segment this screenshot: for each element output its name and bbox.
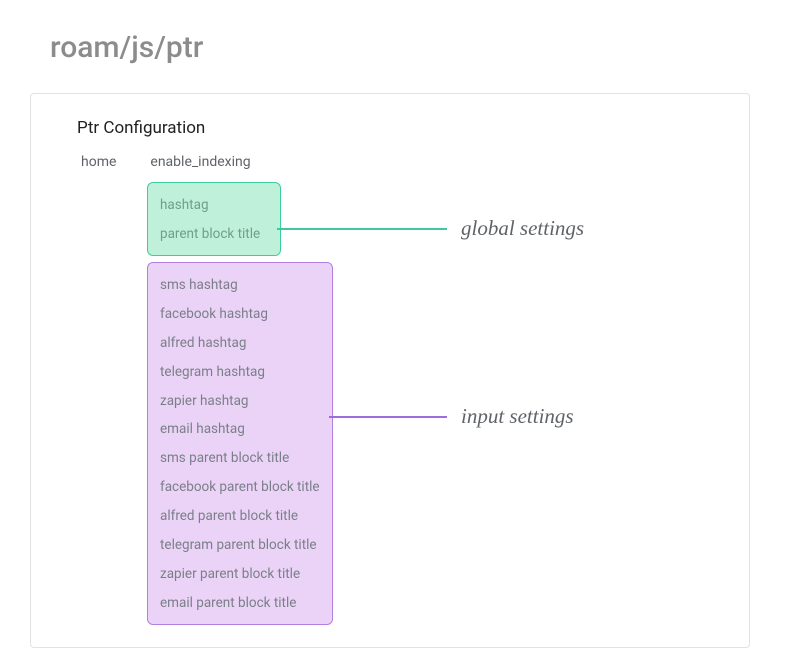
page-title: roam/js/ptr — [0, 0, 800, 65]
list-item[interactable]: zapier hashtag — [160, 387, 320, 416]
list-item[interactable]: hashtag — [160, 191, 268, 220]
list-item[interactable]: alfred parent block title — [160, 502, 320, 531]
list-item[interactable]: zapier parent block title — [160, 560, 320, 589]
list-item[interactable]: telegram hashtag — [160, 358, 320, 387]
list-item[interactable]: telegram parent block title — [160, 531, 320, 560]
input-settings-group: sms hashtag facebook hashtag alfred hash… — [147, 262, 333, 625]
annotation-input: input settings — [329, 404, 574, 429]
list-item[interactable]: sms hashtag — [160, 271, 320, 300]
tab-home[interactable]: home — [81, 152, 116, 172]
list-item[interactable]: sms parent block title — [160, 444, 320, 473]
list-item[interactable]: email hashtag — [160, 415, 320, 444]
annotation-global: global settings — [277, 216, 584, 241]
tab-enable-indexing[interactable]: enable_indexing — [150, 152, 250, 172]
list-item[interactable]: parent block title — [160, 220, 268, 249]
panel-title: Ptr Configuration — [53, 118, 727, 138]
tabs-row: home enable_indexing — [53, 152, 727, 172]
annotation-label-global: global settings — [461, 216, 584, 241]
list-item[interactable]: alfred hashtag — [160, 329, 320, 358]
list-item[interactable]: facebook hashtag — [160, 300, 320, 329]
annotation-line-global — [277, 228, 447, 230]
config-panel: Ptr Configuration home enable_indexing h… — [30, 93, 750, 648]
annotation-label-input: input settings — [461, 404, 574, 429]
list-item[interactable]: facebook parent block title — [160, 473, 320, 502]
global-settings-group: hashtag parent block title — [147, 182, 281, 256]
annotation-line-input — [329, 416, 447, 418]
list-item[interactable]: email parent block title — [160, 589, 320, 618]
